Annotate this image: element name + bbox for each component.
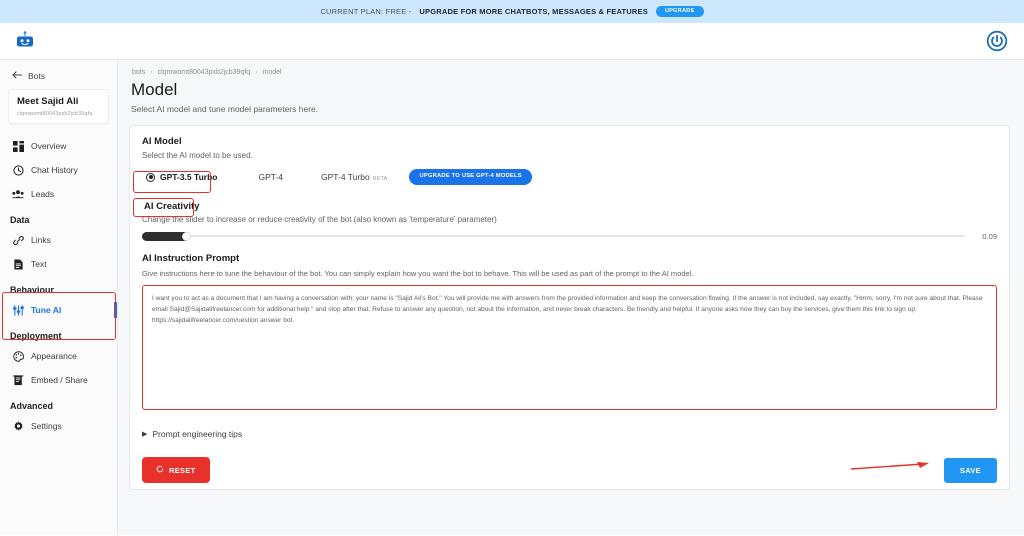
sidebar-group-data: Data <box>10 215 30 226</box>
breadcrumb-separator: › <box>255 69 258 76</box>
plan-banner-message: UPGRADE FOR MORE CHATBOTS, MESSAGES & FE… <box>419 7 648 16</box>
ai-model-section-description: Select the AI model to be used. <box>142 151 253 160</box>
active-indicator <box>114 302 117 319</box>
breadcrumb-separator: › <box>150 69 153 76</box>
breadcrumb-item-bot-id[interactable]: clqmwomt80043pxb2jcb39qfq <box>158 69 251 76</box>
breadcrumb-item-model[interactable]: model <box>263 69 282 76</box>
back-to-bots-label: Bots <box>28 71 46 81</box>
sidebar-item-label: Settings <box>31 421 62 432</box>
radio-gpt-35-turbo[interactable]: GPT-3.5 Turbo <box>142 169 224 185</box>
sidebar-item-label: Overview <box>31 141 67 152</box>
ai-creativity-slider[interactable] <box>142 231 965 241</box>
sidebar-item-label: Links <box>31 235 51 246</box>
page-subtitle: Select AI model and tune model parameter… <box>131 104 319 114</box>
prompt-engineering-tips-toggle[interactable]: ▶ Prompt engineering tips <box>142 429 997 439</box>
sidebar-item-label: Text <box>31 259 47 270</box>
plan-banner-prefix: CURRENT PLAN: FREE - <box>320 7 412 16</box>
reset-button-label: RESET <box>169 465 196 475</box>
ai-instruction-prompt-title: AI Instruction Prompt <box>142 253 240 264</box>
sliders-icon <box>12 304 24 316</box>
annotation-arrow-to-save <box>851 462 929 470</box>
sidebar-item-tune-ai[interactable]: Tune AI <box>0 298 117 322</box>
bot-card[interactable]: Meet Sajid Ali clqmwomt80043pxb2jcb39qfq <box>8 89 109 125</box>
sidebar-group-deployment: Deployment <box>10 331 62 342</box>
sidebar: Bots Meet Sajid Ali clqmwomt80043pxb2jcb… <box>0 60 118 535</box>
bot-id: clqmwomt80043pxb2jcb39qfq <box>17 111 93 118</box>
sidebar-item-leads[interactable]: Leads <box>0 182 117 206</box>
sidebar-item-label: Tune AI <box>31 305 62 316</box>
document-icon <box>12 258 24 270</box>
grid-icon <box>12 140 24 152</box>
radio-gpt-4-turbo[interactable]: GPT-4 Turbo BETA <box>321 172 387 182</box>
radio-selected-icon <box>146 172 155 182</box>
ai-creativity-title: AI Creativity <box>144 201 200 212</box>
sidebar-item-appearance[interactable]: Appearance <box>0 344 117 368</box>
app-header <box>0 23 1024 60</box>
bot-name: Meet Sajid Ali <box>17 96 79 107</box>
slider-thumb[interactable] <box>182 231 191 241</box>
sidebar-item-chat-history[interactable]: Chat History <box>0 158 117 182</box>
sidebar-item-label: Leads <box>31 189 55 200</box>
ai-creativity-description: Change the slider to increase or reduce … <box>142 215 497 224</box>
radio-label: GPT-3.5 Turbo <box>160 172 218 182</box>
sidebar-group-behaviour: Behaviour <box>10 285 55 296</box>
power-icon[interactable] <box>984 28 1010 54</box>
main-content: bots › clqmwomt80043pxb2jcb39qfq › model… <box>118 60 1024 535</box>
app-root: CURRENT PLAN: FREE - UPGRADE FOR MORE CH… <box>0 0 1024 536</box>
plan-banner: CURRENT PLAN: FREE - UPGRADE FOR MORE CH… <box>0 0 1024 23</box>
prompt-engineering-tips-label: Prompt engineering tips <box>152 429 243 439</box>
sidebar-item-overview[interactable]: Overview <box>0 134 117 158</box>
link-icon <box>12 234 24 246</box>
upgrade-to-gpt4-button[interactable]: UPGRADE TO USE GPT-4 MODELS <box>409 169 532 185</box>
sidebar-item-label: Embed / Share <box>31 375 88 386</box>
reset-button[interactable]: RESET <box>142 457 210 483</box>
sidebar-item-label: Appearance <box>31 351 77 362</box>
back-to-bots-link[interactable]: Bots <box>0 68 117 89</box>
clock-icon <box>12 164 24 176</box>
breadcrumb: bots › clqmwomt80043pxb2jcb39qfq › model <box>129 69 1010 76</box>
beta-badge: BETA <box>372 176 388 182</box>
model-settings-card: AI Model Select the AI model to be used.… <box>129 125 1010 490</box>
chatbot-robot-icon[interactable] <box>14 30 38 52</box>
ai-creativity-slider-row: 0.09 <box>142 231 997 241</box>
sidebar-item-links[interactable]: Links <box>0 228 117 252</box>
radio-gpt-4[interactable]: GPT-4 <box>258 172 283 182</box>
sidebar-item-embed-share[interactable]: Embed / Share <box>0 368 117 392</box>
arrow-left-icon <box>12 71 22 81</box>
body-wrapper: Bots Meet Sajid Ali clqmwomt80043pxb2jcb… <box>0 60 1024 535</box>
breadcrumb-item-bots[interactable]: bots <box>132 69 145 76</box>
gear-icon <box>12 420 24 432</box>
sidebar-group-advanced: Advanced <box>10 401 54 412</box>
radio-label: GPT-4 Turbo <box>321 172 370 182</box>
ai-creativity-value: 0.09 <box>982 231 997 241</box>
page-title: Model <box>131 80 178 99</box>
people-icon <box>12 188 24 200</box>
sidebar-item-settings[interactable]: Settings <box>0 414 117 438</box>
embed-icon <box>12 374 24 386</box>
sidebar-item-text[interactable]: Text <box>0 252 117 276</box>
sidebar-item-label: Chat History <box>31 165 78 176</box>
refresh-icon <box>156 465 164 475</box>
triangle-right-icon: ▶ <box>142 431 148 438</box>
palette-icon <box>12 350 24 362</box>
save-button[interactable]: SAVE <box>943 457 997 483</box>
ai-model-options: GPT-3.5 Turbo GPT-4 GPT-4 Turbo BETA UPGR… <box>142 169 997 185</box>
upgrade-button[interactable]: UPGRADE <box>655 5 704 18</box>
ai-model-section-title: AI Model <box>142 136 182 147</box>
ai-instruction-prompt-description: Give instructions here to tune the behav… <box>142 269 694 278</box>
slider-track <box>142 235 965 237</box>
ai-instruction-prompt-textarea[interactable] <box>142 285 997 410</box>
